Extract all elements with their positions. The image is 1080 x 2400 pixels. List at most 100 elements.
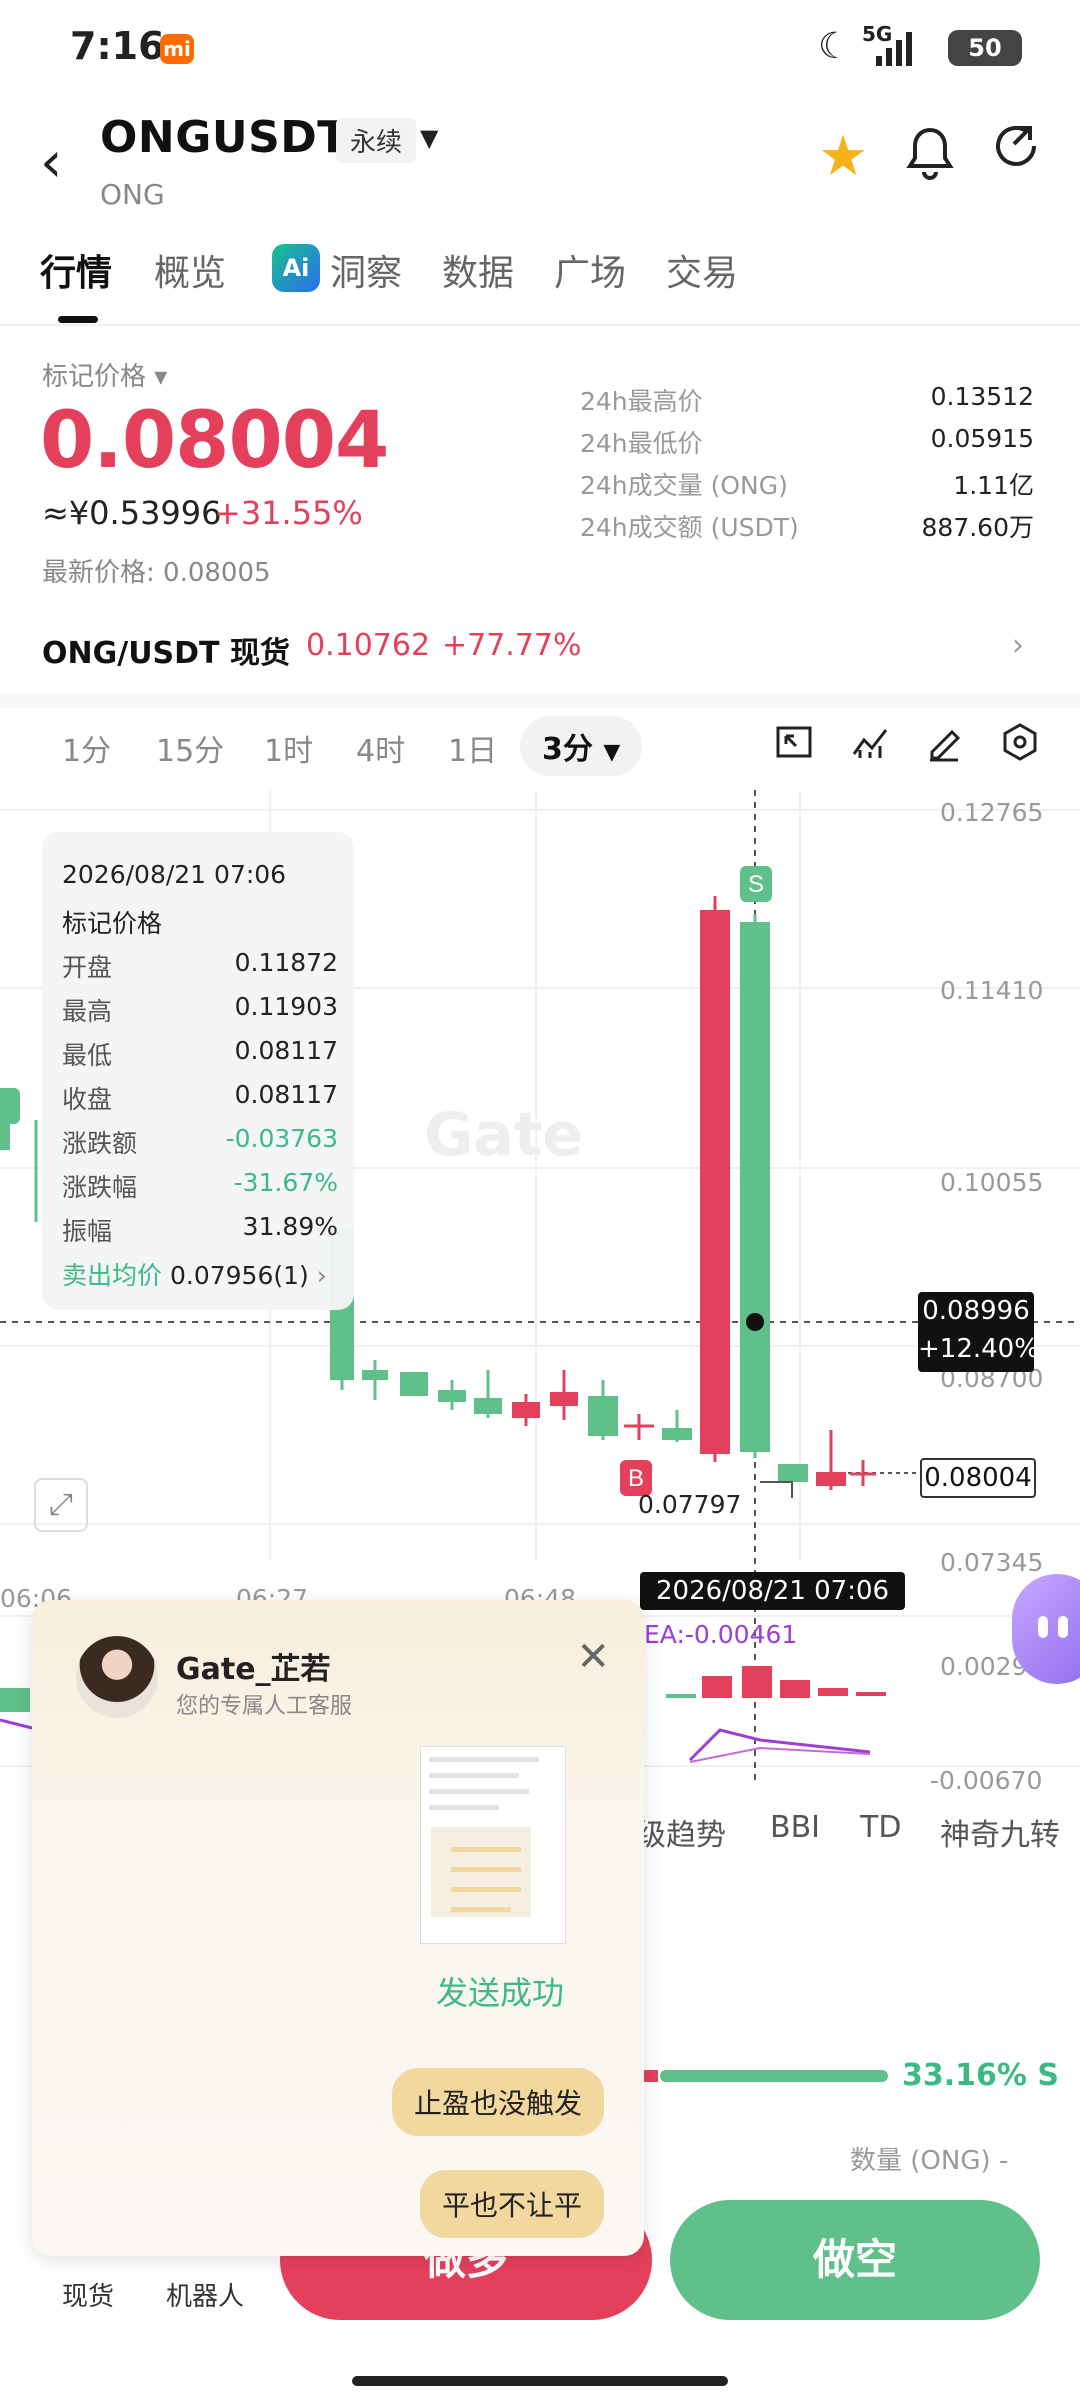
tab-trade[interactable]: 交易 [666,244,738,296]
stat-value: 887.60万 [921,513,1034,542]
tooltip-label: 涨跌额 [62,1129,138,1158]
avatar [76,1636,158,1718]
interval-15m[interactable]: 15分 [156,726,224,770]
sent-screenshot-thumbnail[interactable] [420,1746,566,1944]
tooltip-label: 涨跌幅 [62,1173,138,1202]
stat-label: 24h最高价 [580,387,703,416]
mark-price-selector[interactable]: 标记价格 ▾ [42,356,167,393]
tooltip-row: 收盘 0.08117 [62,1080,338,1116]
close-icon[interactable]: ✕ [576,1634,610,1680]
interval-1m[interactable]: 1分 [62,726,111,770]
mark-price-label: 标记价格 [42,362,147,392]
spot-nav-link[interactable]: 现货 [62,2276,114,2313]
short-button[interactable]: 做空 [670,2200,1040,2320]
tab-overview[interactable]: 概览 [154,244,226,296]
interval-1d[interactable]: 1日 [448,726,497,770]
stat-value: 0.13512 [930,382,1034,411]
qty-label: 数量 (ONG) - [850,2146,1009,2176]
bell-icon[interactable] [906,126,954,192]
y-tick: -0.00670 [930,1766,1043,1795]
ratio-bar-green [660,2070,888,2082]
ai-insight-icon: Ai [272,244,320,292]
stat-label: 24h最低价 [580,429,703,458]
stat-value: 1.11亿 [953,471,1034,500]
spot-price: 0.10762 [306,628,431,663]
contract-type-badge[interactable]: 永续 [336,118,417,163]
indicator-tab-nine[interactable]: 神奇九转 [940,1810,1060,1854]
signal-icon [862,30,922,74]
y-tick: 0.12765 [940,798,1044,827]
tab-data[interactable]: 数据 [442,244,514,296]
mi-app-icon: mi [160,34,194,64]
crosshair-change: +12.40% [918,1334,1039,1364]
current-price-tag: 0.08004 [920,1458,1036,1498]
last-price: 最新价格: 0.08005 [42,558,271,588]
chevron-right-icon[interactable]: › [1012,628,1024,663]
active-tab-underline [58,316,98,323]
tooltip-value: -31.67% [233,1168,338,1197]
interval-4h[interactable]: 4时 [356,726,405,770]
customer-service-popup[interactable]: Gate_芷若 您的专属人工客服 ✕ 发送成功 止盈也没触发 平也不让平 [32,1600,644,2256]
tooltip-row: 开盘 0.11872 [62,948,338,984]
tooltip-label: 开盘 [62,953,113,982]
interval-selected-dropdown[interactable]: 3分 ▼ [520,716,643,776]
candle-tooltip: 2026/08/21 07:06 标记价格 开盘 0.11872 最高 0.1190… [42,832,354,1310]
indicator-tab-td[interactable]: TD [860,1810,901,1845]
caret-down-icon: ▼ [603,740,621,765]
assistant-bot-icon[interactable] [1012,1574,1080,1684]
sent-status: 发送成功 [436,1974,565,2012]
tab-square[interactable]: 广场 [554,244,626,296]
cny-price: ≈¥0.53996 [42,494,222,532]
tooltip-row: 振幅 31.89% [62,1212,338,1248]
star-favorite-icon[interactable]: ★ [818,124,868,189]
tooltip-date: 2026/08/21 07:06 [62,860,287,889]
y-tick: 0.10055 [940,1168,1044,1197]
top-tabs: 行情 概览 洞察 数据 广场 交易 [40,244,1040,304]
caret-down-icon[interactable]: ▼ [420,124,438,152]
tooltip-label: 振幅 [62,1217,113,1246]
base-asset: ONG [100,178,165,211]
settings-hex-icon[interactable] [1000,722,1040,771]
tooltip-row: 涨跌幅 -31.67% [62,1168,338,1204]
expand-icon[interactable]: ⤢ [34,1478,88,1532]
tooltip-value: 31.89% [242,1212,338,1241]
status-time: 7:16 [70,24,165,68]
short-ratio: 33.16% S [902,2058,1060,2093]
tooltip-label: 收盘 [62,1085,113,1114]
tab-market[interactable]: 行情 [40,244,112,296]
low-price-label: 0.07797 [638,1490,742,1519]
y-tick: 0.11410 [940,976,1044,1005]
spot-pair-link[interactable]: ONG/USDT 现货 [42,628,290,672]
pair-title[interactable]: ONGUSDT [100,112,348,163]
share-icon[interactable] [990,120,1042,185]
svg-text:B: B [628,1465,644,1492]
tooltip-avg-row[interactable]: 卖出均价 0.07956(1) › [62,1256,338,1292]
chevron-right-icon: › [316,1261,327,1290]
section-divider [0,694,1080,708]
indicator-icon[interactable] [850,722,890,771]
tab-insight[interactable]: 洞察 [330,244,402,296]
tooltip-label: 最高 [62,997,113,1026]
home-indicator [352,2376,728,2386]
back-arrow-icon[interactable]: ‹ [40,130,62,195]
mark-price-value: 0.08004 [40,396,389,486]
tooltip-value: 0.08117 [234,1080,338,1109]
gate-watermark: Gate [424,1100,584,1170]
indicator-tab-bbi[interactable]: BBI [770,1810,820,1845]
y-tick: 0.07345 [940,1548,1044,1577]
chat-bubble: 平也不让平 [419,2170,604,2238]
interval-selected-label: 3分 [542,732,593,767]
battery-indicator: 50 [948,30,1022,66]
svg-text:S: S [748,871,764,898]
tooltip-value: 0.08117 [234,1036,338,1065]
spot-change: +77.77% [442,628,582,663]
tooltip-label: 最低 [62,1041,113,1070]
chart-resize-icon[interactable] [774,722,814,771]
agent-subtitle: 您的专属人工客服 [176,1694,353,1719]
interval-1h[interactable]: 1时 [264,726,313,770]
price-change-pct: +31.55% [214,494,363,532]
indicator-tab[interactable]: 级趋势 [636,1810,726,1854]
bot-nav-link[interactable]: 机器人 [166,2276,244,2313]
draw-pen-icon[interactable] [924,722,964,771]
divider [0,324,1080,326]
